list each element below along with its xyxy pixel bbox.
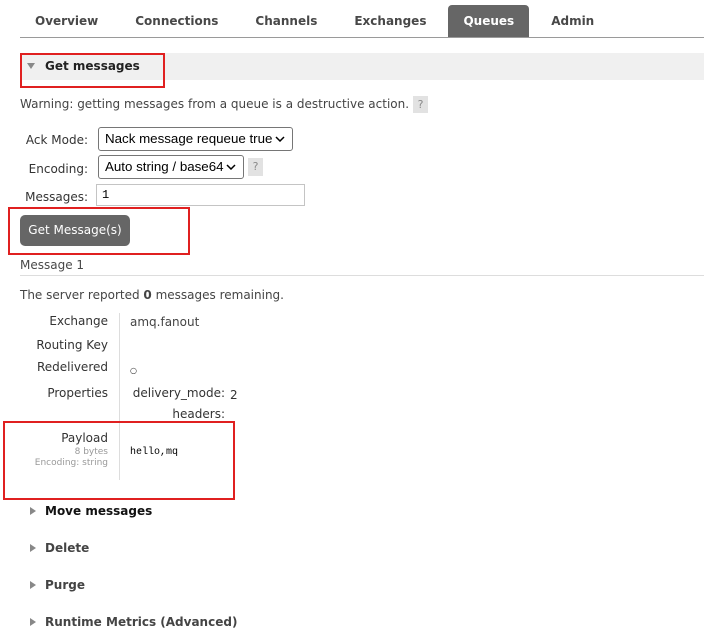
triangle-down-icon: [27, 63, 35, 69]
payload-encoding: Encoding: string: [34, 458, 108, 468]
section-title[interactable]: Runtime Metrics (Advanced): [45, 614, 237, 630]
divider: [20, 275, 704, 276]
triangle-right-icon: [30, 543, 36, 552]
get-messages-button[interactable]: Get Message(s): [20, 215, 130, 246]
messages-label: Messages:: [25, 190, 88, 204]
routing-key-label: Routing Key: [36, 338, 108, 352]
redelivered-label: Redelivered: [36, 360, 108, 374]
chevron-down-icon: [275, 136, 285, 142]
help-icon[interactable]: ?: [413, 96, 429, 113]
chevron-down-icon: [226, 164, 236, 170]
triangle-right-icon: [30, 506, 36, 515]
tab-overview[interactable]: Overview: [20, 5, 113, 37]
triangle-right-icon: [30, 617, 36, 626]
messages-count-input[interactable]: [96, 184, 305, 206]
ack-mode-selected-value: Nack message requeue true: [105, 131, 273, 146]
remaining-count: 0: [143, 288, 152, 302]
section-title: Get messages: [45, 59, 140, 73]
exchange-value: amq.fanout: [130, 315, 200, 329]
main-nav-tabs: Overview Connections Channels Exchanges …: [20, 5, 704, 38]
section-title[interactable]: Delete: [45, 540, 89, 556]
server-report-prefix: The server reported: [20, 288, 144, 302]
tab-queues[interactable]: Queues: [448, 5, 530, 37]
property-key: headers:: [172, 407, 225, 421]
ack-mode-label: Ack Mode:: [25, 133, 88, 147]
tab-connections[interactable]: Connections: [120, 5, 233, 37]
tab-exchanges[interactable]: Exchanges: [339, 5, 441, 37]
encoding-selected-value: Auto string / base64: [105, 159, 224, 174]
encoding-help-icon[interactable]: ?: [248, 158, 263, 176]
payload-label: Payload: [61, 431, 108, 445]
server-report-suffix: messages remaining.: [151, 288, 284, 302]
ack-mode-select[interactable]: Nack message requeue true: [98, 127, 293, 151]
redelivered-value: ○: [130, 366, 137, 375]
properties-label: Properties: [47, 386, 108, 400]
server-report: The server reported 0 messages remaining…: [20, 287, 284, 303]
tab-channels[interactable]: Channels: [240, 5, 332, 37]
section-title[interactable]: Purge: [45, 577, 85, 593]
property-value: 2: [230, 388, 238, 402]
message-heading: Message 1: [20, 258, 85, 272]
payload-value: hello,mq: [130, 447, 179, 458]
get-messages-section-header[interactable]: Get messages: [20, 53, 704, 80]
section-title[interactable]: Move messages: [45, 503, 152, 519]
warning-text: Warning: getting messages from a queue i…: [20, 97, 410, 111]
exchange-label: Exchange: [49, 314, 108, 328]
encoding-select[interactable]: Auto string / base64: [98, 155, 244, 179]
triangle-right-icon: [30, 580, 36, 589]
destructive-warning: Warning: getting messages from a queue i…: [20, 96, 429, 113]
property-key: delivery_mode:: [132, 386, 225, 400]
encoding-label: Encoding:: [28, 162, 88, 176]
tab-admin[interactable]: Admin: [536, 5, 609, 37]
